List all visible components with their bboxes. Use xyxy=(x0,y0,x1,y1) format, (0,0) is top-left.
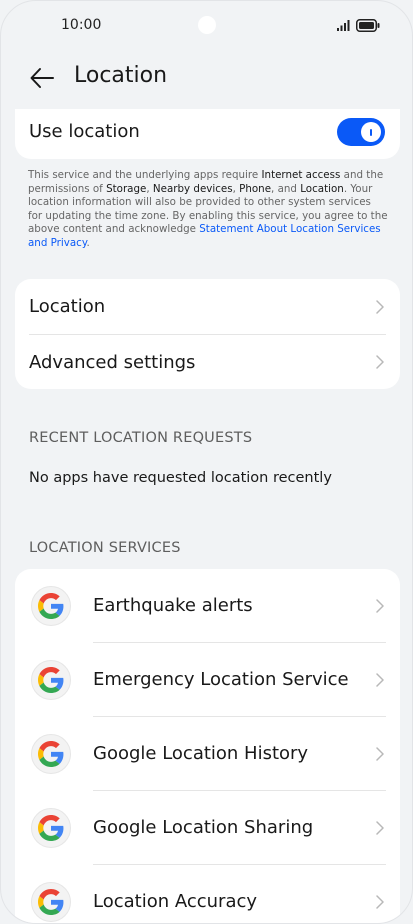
service-item-location-accuracy[interactable]: Location Accuracy xyxy=(15,865,400,923)
battery-icon xyxy=(356,19,380,32)
recent-requests-title: RECENT LOCATION REQUESTS xyxy=(29,430,253,446)
use-location-toggle[interactable] xyxy=(337,118,385,146)
recent-requests-empty: No apps have requested location recently xyxy=(29,470,332,486)
google-icon xyxy=(31,585,71,626)
menu-item-advanced-settings[interactable]: Advanced settings xyxy=(15,335,400,389)
app-header: Location xyxy=(1,57,412,101)
chevron-right-icon xyxy=(376,598,384,613)
chevron-right-icon xyxy=(376,299,384,314)
chevron-right-icon xyxy=(376,820,384,835)
service-item-label: Google Location Sharing xyxy=(93,817,314,838)
google-icon xyxy=(31,733,71,774)
location-menu-card: Location Advanced settings xyxy=(15,279,400,389)
google-icon xyxy=(31,881,71,922)
location-notice: This service and the underlying apps req… xyxy=(28,169,388,249)
chevron-right-icon xyxy=(376,746,384,761)
back-button[interactable] xyxy=(27,65,57,91)
service-item-label: Google Location History xyxy=(93,743,309,764)
signal-icon xyxy=(337,20,350,31)
status-bar: 10:00 xyxy=(1,1,412,51)
front-camera xyxy=(198,16,216,34)
chevron-right-icon xyxy=(376,672,384,687)
status-time: 10:00 xyxy=(61,17,102,33)
service-item-location-sharing[interactable]: Google Location Sharing xyxy=(15,791,400,864)
service-item-location-history[interactable]: Google Location History xyxy=(15,717,400,790)
google-icon xyxy=(31,807,71,848)
chevron-right-icon xyxy=(376,894,384,909)
menu-item-label: Advanced settings xyxy=(29,351,196,373)
use-location-card: Use location xyxy=(15,109,400,159)
service-item-emergency-location[interactable]: Emergency Location Service xyxy=(15,643,400,716)
chevron-right-icon xyxy=(376,355,384,369)
google-icon xyxy=(31,659,71,700)
use-location-label: Use location xyxy=(29,121,140,142)
menu-item-location[interactable]: Location xyxy=(15,279,400,334)
page-title: Location xyxy=(74,63,168,88)
service-item-earthquake-alerts[interactable]: Earthquake alerts xyxy=(15,569,400,642)
back-arrow-icon xyxy=(30,68,54,88)
menu-item-label: Location xyxy=(29,296,106,317)
location-services-card: Earthquake alerts Emergency Location Ser… xyxy=(15,569,400,923)
service-item-label: Emergency Location Service xyxy=(93,669,349,690)
service-item-label: Earthquake alerts xyxy=(93,595,253,616)
toggle-knob xyxy=(361,122,381,142)
phone-screen: 10:00 Location Use location This service… xyxy=(0,0,413,924)
location-services-title: LOCATION SERVICES xyxy=(29,540,181,556)
service-item-label: Location Accuracy xyxy=(93,891,258,912)
